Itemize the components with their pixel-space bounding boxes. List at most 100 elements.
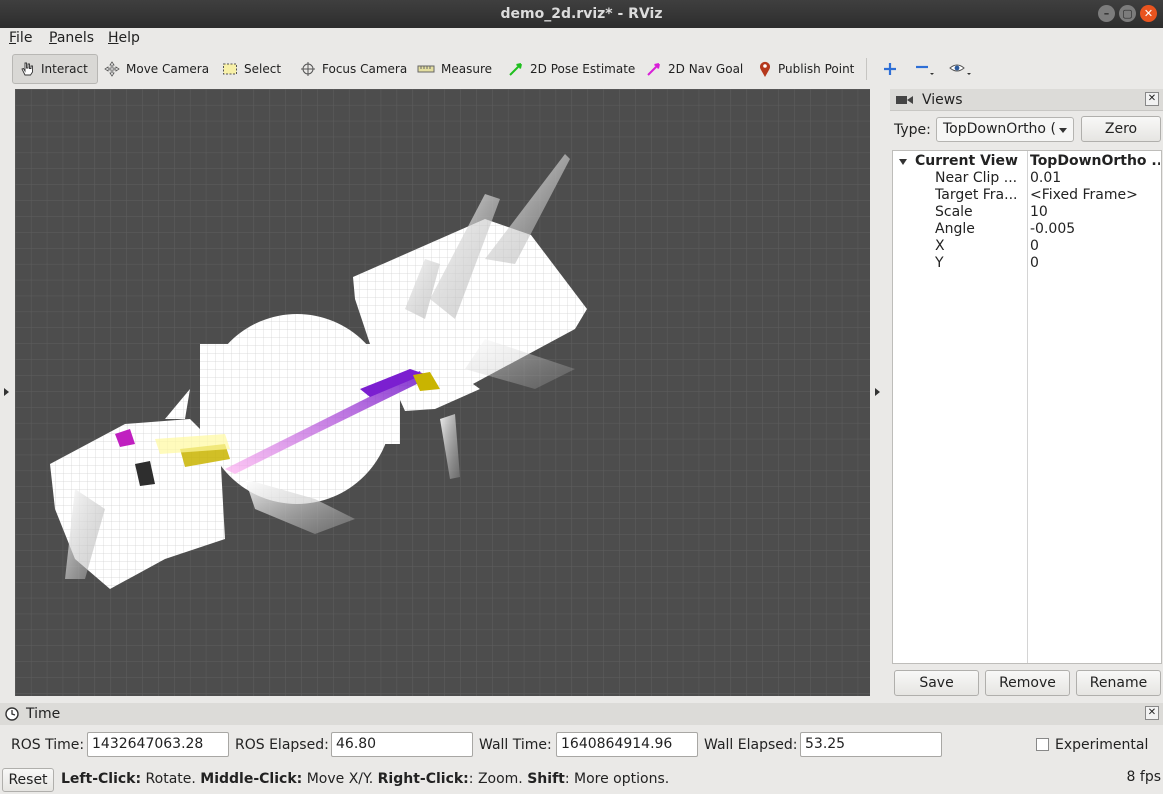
focus-camera-label: Focus Camera xyxy=(322,62,408,76)
tree-key: Angle xyxy=(935,221,975,237)
expand-left-dock-arrow[interactable] xyxy=(4,388,9,396)
window-controls: – ▢ ✕ xyxy=(1098,5,1157,22)
plus-icon xyxy=(884,63,896,75)
map-render xyxy=(15,89,870,696)
remove-tool-button[interactable] xyxy=(908,54,942,84)
interact-label: Interact xyxy=(41,62,88,76)
status-shift-action: : More options. xyxy=(564,771,670,787)
pose-estimate-tool[interactable]: 2D Pose Estimate xyxy=(501,54,642,84)
focus-camera-icon xyxy=(301,62,315,76)
tree-row-x[interactable]: X 0 xyxy=(893,238,1161,255)
measure-tool[interactable]: Measure xyxy=(410,54,499,84)
tree-value: TopDownOrtho ... xyxy=(1030,153,1160,169)
map-pin-icon xyxy=(760,61,770,77)
wall-time-field[interactable]: 1640864914.96 xyxy=(556,732,698,757)
time-panel: Time ✕ ROS Time: 1432647063.28 ROS Elaps… xyxy=(0,703,1163,794)
move-camera-icon xyxy=(104,61,120,77)
remove-view-button[interactable]: Remove xyxy=(985,670,1070,696)
tree-value: 0 xyxy=(1030,255,1039,271)
nav-goal-tool[interactable]: 2D Nav Goal xyxy=(639,54,750,84)
tree-row-current-view[interactable]: Current View TopDownOrtho ... xyxy=(893,153,1161,170)
tree-row-scale[interactable]: Scale 10 xyxy=(893,204,1161,221)
expand-arrow-icon[interactable] xyxy=(899,159,907,165)
fps-indicator: 8 fps xyxy=(1126,769,1161,785)
menu-help-mnemonic: H xyxy=(108,30,119,46)
menu-bar: File Panels Help xyxy=(0,28,1163,50)
nav-goal-label: 2D Nav Goal xyxy=(668,62,744,76)
ros-elapsed-field[interactable]: 46.80 xyxy=(331,732,473,757)
tree-value: -0.005 xyxy=(1030,221,1076,237)
view-type-label: Type: xyxy=(894,122,931,138)
select-box-icon xyxy=(223,63,237,75)
menu-file-label: ile xyxy=(16,30,33,46)
reset-button[interactable]: Reset xyxy=(2,768,54,792)
status-left-click: Left-Click: xyxy=(61,771,142,787)
publish-point-label: Publish Point xyxy=(778,62,855,76)
ros-time-field[interactable]: 1432647063.28 xyxy=(87,732,229,757)
menu-panels-label: anels xyxy=(56,30,95,46)
menu-help[interactable]: Help xyxy=(108,30,140,46)
tree-value: 0.01 xyxy=(1030,170,1062,186)
tree-row-y[interactable]: Y 0 xyxy=(893,255,1161,272)
experimental-checkbox[interactable] xyxy=(1036,738,1049,751)
eye-icon xyxy=(949,64,971,75)
interact-tool[interactable]: Interact xyxy=(12,54,98,84)
rename-view-button[interactable]: Rename xyxy=(1076,670,1161,696)
tree-key: X xyxy=(935,238,945,254)
render-viewport[interactable] xyxy=(15,89,870,696)
select-label: Select xyxy=(244,62,282,76)
hand-pointer-icon xyxy=(21,62,33,76)
window-title: demo_2d.rviz* - RViz xyxy=(500,6,663,22)
measure-label: Measure xyxy=(441,62,492,76)
view-properties-tree[interactable]: Current View TopDownOrtho ... Near Clip … xyxy=(892,150,1162,664)
tree-value: 10 xyxy=(1030,204,1048,220)
select-tool[interactable]: Select xyxy=(215,54,288,84)
toolbar-separator xyxy=(866,58,867,80)
time-panel-header: Time ✕ xyxy=(0,703,1163,725)
tree-key: Scale xyxy=(935,204,973,220)
tree-value: 0 xyxy=(1030,238,1039,254)
pose-estimate-arrow-icon xyxy=(509,63,522,76)
wall-time-label: Wall Time: xyxy=(479,737,552,753)
camera-icon xyxy=(896,96,913,104)
status-hint: Left-Click: Rotate. Middle-Click: Move X… xyxy=(61,771,669,787)
view-type-select[interactable]: TopDownOrtho ( xyxy=(936,117,1074,142)
time-panel-title: Time xyxy=(26,706,61,722)
nav-goal-arrow-icon xyxy=(647,63,660,76)
add-tool-button[interactable] xyxy=(876,54,904,84)
views-panel: Views ✕ Type: TopDownOrtho ( Zero Curren… xyxy=(890,89,1163,701)
status-shift: Shift xyxy=(527,771,565,787)
maximize-button[interactable]: ▢ xyxy=(1119,5,1136,22)
menu-help-label: elp xyxy=(118,30,140,46)
menu-file-mnemonic: F xyxy=(9,30,17,46)
status-left-action: Rotate. xyxy=(141,771,201,787)
tree-row-near-clip[interactable]: Near Clip ... 0.01 xyxy=(893,170,1161,187)
close-button[interactable]: ✕ xyxy=(1140,5,1157,22)
collapse-right-dock-arrow[interactable] xyxy=(875,388,880,396)
tree-key: Near Clip ... xyxy=(935,170,1018,186)
zero-button[interactable]: Zero xyxy=(1081,116,1161,142)
tree-row-target-frame[interactable]: Target Fra... <Fixed Frame> xyxy=(893,187,1161,204)
status-right-action: : Zoom. xyxy=(468,771,528,787)
pose-estimate-label: 2D Pose Estimate xyxy=(530,62,636,76)
menu-panels-mnemonic: P xyxy=(49,30,57,46)
menu-panels[interactable]: Panels xyxy=(49,30,94,46)
save-view-button[interactable]: Save xyxy=(894,670,979,696)
minimize-button[interactable]: – xyxy=(1098,5,1115,22)
publish-point-tool[interactable]: Publish Point xyxy=(751,54,861,84)
window-titlebar: demo_2d.rviz* - RViz – ▢ ✕ xyxy=(0,0,1163,28)
tree-row-angle[interactable]: Angle -0.005 xyxy=(893,221,1161,238)
toggle-tools-button[interactable] xyxy=(942,54,980,84)
menu-file[interactable]: File xyxy=(9,30,32,46)
views-panel-close-button[interactable]: ✕ xyxy=(1145,92,1159,106)
measure-ruler-icon xyxy=(417,65,435,73)
views-panel-title: Views xyxy=(922,92,963,108)
move-camera-tool[interactable]: Move Camera xyxy=(97,54,216,84)
focus-camera-tool[interactable]: Focus Camera xyxy=(293,54,414,84)
views-panel-header: Views ✕ xyxy=(890,89,1163,111)
tree-value: <Fixed Frame> xyxy=(1030,187,1138,203)
time-panel-close-button[interactable]: ✕ xyxy=(1145,706,1159,720)
view-type-value: TopDownOrtho ( xyxy=(943,121,1056,137)
wall-elapsed-field[interactable]: 53.25 xyxy=(800,732,942,757)
status-middle-click: Middle-Click: xyxy=(200,771,303,787)
